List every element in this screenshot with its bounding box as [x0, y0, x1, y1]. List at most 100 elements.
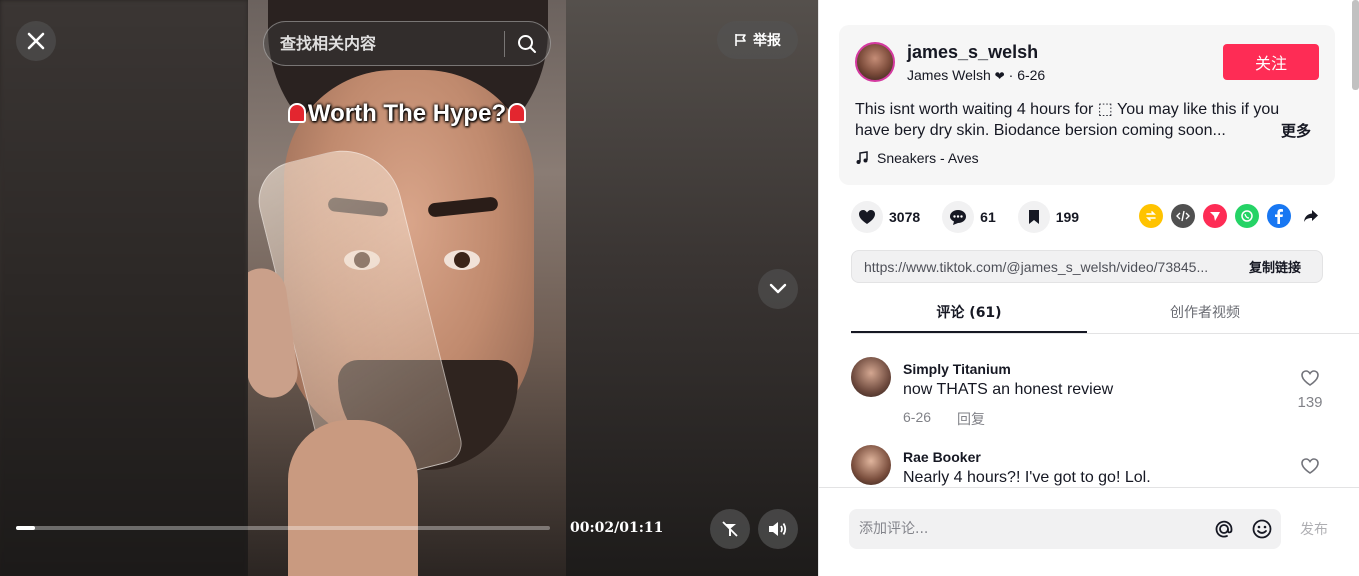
avatar[interactable]: [851, 445, 891, 485]
close-button[interactable]: [16, 21, 56, 61]
share-arrow-icon: [1304, 210, 1318, 222]
post-date: 6-26: [1017, 67, 1046, 83]
panel-scrollbar[interactable]: [1352, 0, 1359, 90]
follow-button[interactable]: 关注: [1223, 44, 1319, 80]
close-icon: [27, 32, 45, 50]
next-video-button[interactable]: [758, 269, 798, 309]
share-bar: [1139, 204, 1323, 228]
video-player[interactable]: Worth The Hype? 举报 00:02/01:11: [0, 0, 818, 576]
emoji-button[interactable]: [1243, 509, 1281, 549]
embed-button[interactable]: [1171, 204, 1195, 228]
post-comment-button[interactable]: 发布: [1300, 519, 1328, 539]
tab-creator-videos[interactable]: 创作者视频: [1087, 296, 1323, 333]
whatsapp-icon: [1241, 210, 1253, 222]
post-subline: James Welsh ❤ · 6-26: [907, 67, 1046, 83]
comment-list: Simply Titanium now THATS an honest revi…: [819, 335, 1359, 487]
video-backdrop-left: [0, 0, 248, 576]
comment-icon-wrap: [942, 201, 975, 233]
like-button[interactable]: 3078: [851, 201, 920, 233]
volume-icon: [769, 522, 787, 536]
comment-count: 61: [980, 209, 996, 225]
chevron-down-icon: [769, 283, 787, 294]
list-item: Simply Titanium now THATS an honest revi…: [851, 357, 1331, 429]
tiktok-video-viewer: Worth The Hype? 举报 00:02/01:11: [0, 0, 1359, 576]
search-button[interactable]: [505, 22, 550, 65]
comment-username[interactable]: Simply Titanium: [903, 361, 1011, 377]
comment-username[interactable]: Rae Booker: [903, 449, 981, 465]
tab-comments[interactable]: 评论 (61): [851, 296, 1087, 333]
save-count: 199: [1055, 209, 1080, 225]
share-link-text[interactable]: https://www.tiktok.com/@james_s_welsh/vi…: [852, 259, 1228, 275]
comment-like-button[interactable]: [1291, 457, 1329, 480]
action-bar: 3078 61 199: [851, 200, 1101, 234]
comment-icon: [950, 209, 967, 225]
video-frame[interactable]: Worth The Hype?: [248, 0, 566, 576]
post-info-card: james_s_welsh James Welsh ❤ · 6-26 关注 Th…: [839, 25, 1335, 185]
like-icon-wrap: [851, 201, 883, 233]
whatsapp-button[interactable]: [1235, 204, 1259, 228]
more-button[interactable]: 更多: [1281, 120, 1311, 141]
save-icon-wrap: [1017, 201, 1050, 233]
mention-button[interactable]: [1205, 509, 1243, 549]
bookmark-icon: [1028, 210, 1039, 224]
facebook-icon: [1275, 209, 1283, 224]
facebook-button[interactable]: [1267, 204, 1291, 228]
video-eye-right: [444, 250, 480, 270]
send-to-friends-button[interactable]: [1203, 204, 1227, 228]
panel-tabs: 评论 (61) 创作者视频: [851, 296, 1359, 334]
report-button[interactable]: 举报: [717, 21, 798, 59]
embed-icon: [1176, 210, 1190, 222]
flag-icon: [735, 34, 746, 46]
details-panel: james_s_welsh James Welsh ❤ · 6-26 关注 Th…: [818, 0, 1359, 576]
music-note-icon: [856, 151, 868, 164]
volume-button[interactable]: [758, 509, 798, 549]
report-label: 举报: [753, 33, 781, 49]
post-username[interactable]: james_s_welsh: [907, 42, 1038, 63]
share-more-button[interactable]: [1299, 204, 1323, 228]
repost-button[interactable]: [1139, 204, 1163, 228]
share-link-box: https://www.tiktok.com/@james_s_welsh/vi…: [851, 250, 1323, 283]
comment-text: now THATS an honest review: [903, 381, 1114, 398]
avatar[interactable]: [851, 357, 891, 397]
heart-outline-icon: [1301, 458, 1319, 474]
floating-player-button[interactable]: [710, 509, 750, 549]
heart-icon: [859, 210, 875, 224]
search-icon: [518, 34, 537, 53]
comment-like-button[interactable]: 139: [1291, 369, 1329, 411]
comment-button[interactable]: 61: [942, 201, 996, 233]
comment-input-box: [849, 509, 1281, 549]
comment-composer: 发布: [819, 487, 1359, 576]
video-caption-text: Worth The Hype?: [307, 100, 507, 127]
comment-meta: 6-26 回复: [903, 409, 985, 429]
comment-date: 6-26: [903, 409, 932, 425]
reply-button[interactable]: 回复: [957, 409, 985, 429]
search-box: [263, 21, 551, 66]
video-caption-overlay: Worth The Hype?: [248, 100, 566, 128]
post-description: This isnt worth waiting 4 hours for ⬚ Yo…: [855, 101, 1280, 139]
video-progress-bar[interactable]: [16, 526, 550, 530]
like-count: 3078: [889, 209, 921, 225]
siren-icon: [287, 103, 306, 123]
dark-heart-icon: ❤: [994, 69, 1005, 83]
search-input[interactable]: [264, 22, 504, 65]
comment-text: Nearly 4 hours?! I've got to go! Lol.: [903, 469, 1151, 486]
time-readout: 00:02/01:11: [570, 520, 664, 536]
comment-input[interactable]: [849, 509, 1205, 549]
save-button[interactable]: 199: [1017, 201, 1080, 233]
list-item: Rae Booker Nearly 4 hours?! I've got to …: [851, 445, 1331, 487]
music-title: Sneakers - Aves: [877, 150, 979, 166]
comment-like-count: 139: [1297, 394, 1323, 411]
emoji-icon: [1252, 519, 1272, 539]
floating-player-icon: [722, 521, 738, 537]
heart-outline-icon: [1301, 370, 1319, 386]
copy-link-button[interactable]: 复制链接: [1228, 251, 1322, 282]
video-hand: [288, 420, 418, 576]
avatar[interactable]: [855, 42, 895, 82]
siren-icon: [508, 103, 527, 123]
repost-icon: [1146, 211, 1156, 221]
at-mention-icon: [1215, 520, 1233, 538]
music-link[interactable]: Sneakers - Aves: [855, 150, 979, 166]
video-progress-fill: [16, 526, 35, 530]
post-display-name: James Welsh: [907, 67, 991, 83]
send-icon: [1210, 212, 1220, 221]
